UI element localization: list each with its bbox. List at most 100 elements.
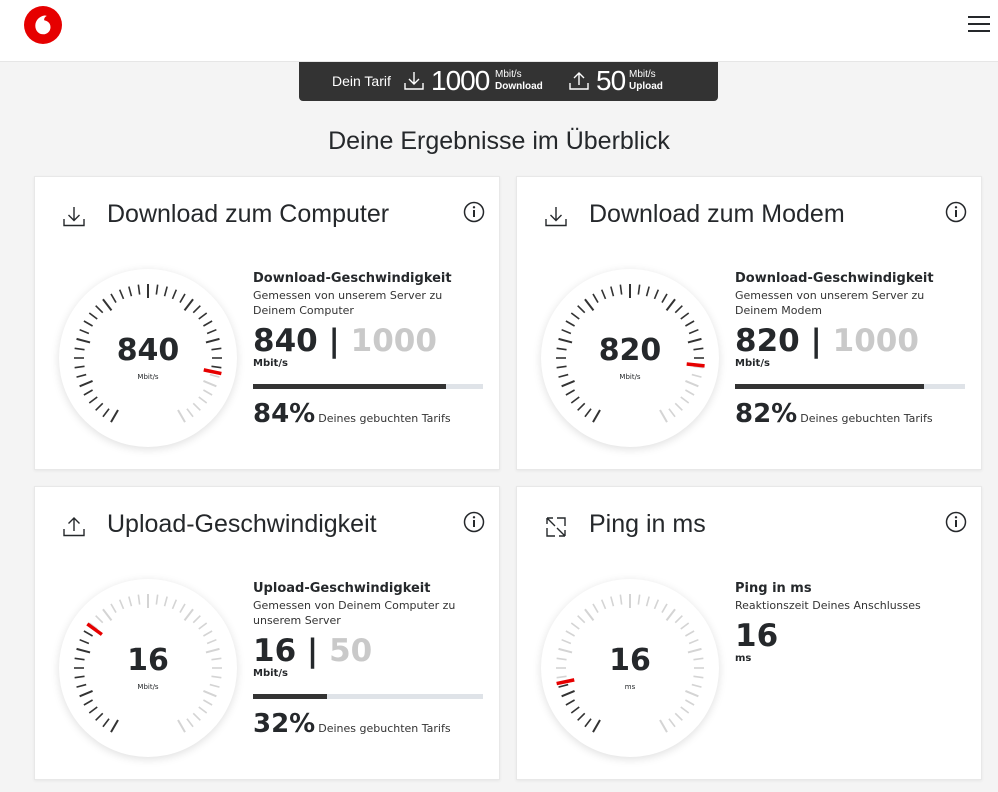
gauge-tick bbox=[653, 289, 660, 300]
gauge-tick bbox=[83, 389, 93, 396]
stat-description: Gemessen von Deinem Computer zu unserem … bbox=[253, 599, 456, 627]
gauge-tick bbox=[592, 719, 601, 733]
gauge-tick bbox=[186, 408, 194, 418]
gauge-tick bbox=[198, 312, 208, 320]
gauge-tick bbox=[685, 389, 695, 396]
gauge-tick bbox=[137, 594, 141, 605]
gauge-tick bbox=[674, 615, 683, 624]
gauge-tick bbox=[186, 718, 194, 728]
card-download-computer: Download zum Computer 840 Mbit/s Downloa… bbox=[34, 176, 500, 470]
gauge-tick bbox=[171, 599, 178, 610]
gauge-tick bbox=[95, 712, 104, 721]
gauge-tick bbox=[88, 312, 98, 320]
gauge-tick bbox=[680, 312, 690, 320]
upload-icon bbox=[569, 72, 589, 90]
gauge-value: 16 bbox=[609, 643, 651, 678]
gauge-tick bbox=[610, 596, 615, 607]
gauge-tick bbox=[177, 409, 186, 423]
gauge-tick bbox=[203, 699, 213, 706]
gauge-tick bbox=[155, 284, 159, 295]
gauge-tick bbox=[570, 396, 580, 404]
stat-description: Reaktionszeit Deines Anschlusses bbox=[735, 599, 921, 612]
gauge-tick bbox=[565, 389, 575, 396]
gauge-unit: Mbit/s bbox=[619, 373, 641, 381]
ping-gauge: 16 ms bbox=[541, 579, 719, 757]
download-icon bbox=[63, 207, 85, 227]
gauge-value: 840 bbox=[116, 333, 180, 368]
gauge-tick bbox=[171, 289, 178, 300]
stat-title: Download-Geschwindigkeit bbox=[735, 271, 934, 286]
stats-panel: Upload-Geschwindigkeit Gemessen von Dein… bbox=[253, 581, 493, 679]
tariff-label: Dein Tarif bbox=[332, 73, 391, 89]
gauge-tick bbox=[79, 380, 93, 388]
upload-icon bbox=[63, 517, 85, 537]
progress-bar bbox=[253, 694, 483, 699]
percent-of-tariff: 82% Deines gebuchten Tarifs bbox=[735, 399, 933, 429]
gauge-tick bbox=[600, 599, 607, 610]
gauge-tick bbox=[600, 289, 607, 300]
gauge-tick bbox=[577, 402, 586, 411]
card-ping: Ping in ms 16 ms Ping in ms Reaktionszei… bbox=[516, 486, 982, 780]
vodafone-logo[interactable] bbox=[24, 6, 62, 44]
gauge-tick bbox=[128, 596, 133, 607]
gauge-tick bbox=[685, 690, 699, 698]
gauge-tick bbox=[637, 594, 641, 605]
gauge-tick bbox=[203, 320, 213, 327]
gauge-tick bbox=[88, 706, 98, 714]
stats-panel: Ping in ms Reaktionszeit Deines Anschlus… bbox=[735, 581, 975, 664]
gauge-tick bbox=[674, 402, 683, 411]
gauge-tick bbox=[102, 718, 110, 728]
gauge-tick bbox=[584, 608, 595, 622]
card-upload: Upload-Geschwindigkeit 16 Mbit/s Upload-… bbox=[34, 486, 500, 780]
gauge-tick bbox=[179, 293, 186, 303]
gauge-tick bbox=[674, 305, 683, 314]
gauge-tick bbox=[584, 408, 592, 418]
stats-panel: Download-Geschwindigkeit Gemessen von un… bbox=[253, 271, 493, 369]
gauge-tick bbox=[110, 293, 117, 303]
gauge-tick bbox=[163, 596, 168, 607]
stat-title: Download-Geschwindigkeit bbox=[253, 271, 452, 286]
stat-title: Ping in ms bbox=[735, 581, 812, 596]
gauge-tick bbox=[198, 622, 208, 630]
gauge-tick bbox=[619, 594, 623, 605]
gauge-tick bbox=[661, 293, 668, 303]
gauge-tick bbox=[668, 718, 676, 728]
tariff-upload-value: 50 bbox=[596, 65, 626, 96]
gauge-tick bbox=[685, 380, 699, 388]
stat-description: Gemessen von unserem Server zu Deinem Co… bbox=[253, 289, 443, 317]
card-title: Ping in ms bbox=[589, 510, 706, 538]
info-icon[interactable] bbox=[463, 201, 485, 223]
download-icon bbox=[545, 207, 567, 227]
gauge-tick bbox=[565, 699, 575, 706]
speed-gauge: 16 Mbit/s bbox=[59, 579, 237, 757]
info-icon[interactable] bbox=[463, 511, 485, 533]
gauge-tick bbox=[565, 320, 575, 327]
gauge-tick bbox=[674, 712, 683, 721]
value-unit: Mbit/s bbox=[253, 358, 288, 369]
gauge-value: 16 bbox=[127, 643, 169, 678]
tariff-download-value: 1000 bbox=[431, 65, 490, 96]
gauge-tick bbox=[592, 603, 599, 613]
gauge-tick bbox=[680, 396, 690, 404]
download-icon bbox=[404, 72, 424, 90]
gauge-tick bbox=[203, 690, 217, 698]
measured-value: 820 | 1000 bbox=[735, 323, 919, 359]
gauge-tick bbox=[192, 305, 201, 314]
gauge-tick bbox=[102, 408, 110, 418]
stats-panel: Download-Geschwindigkeit Gemessen von un… bbox=[735, 271, 975, 369]
progress-bar bbox=[735, 384, 965, 389]
gauge-tick bbox=[570, 706, 580, 714]
gauge-tick bbox=[95, 305, 104, 314]
gauge-tick bbox=[680, 706, 690, 714]
gauge-tick bbox=[79, 690, 93, 698]
hamburger-menu-icon[interactable] bbox=[968, 14, 990, 34]
gauge-unit: Mbit/s bbox=[137, 373, 159, 381]
stat-title: Upload-Geschwindigkeit bbox=[253, 581, 431, 596]
info-icon[interactable] bbox=[945, 201, 967, 223]
gauge-tick bbox=[192, 615, 201, 624]
percent-of-tariff: 84% Deines gebuchten Tarifs bbox=[253, 399, 451, 429]
gauge-tick bbox=[155, 594, 159, 605]
gauge-unit: ms bbox=[624, 683, 636, 691]
info-icon[interactable] bbox=[945, 511, 967, 533]
gauge-tick bbox=[179, 603, 186, 613]
